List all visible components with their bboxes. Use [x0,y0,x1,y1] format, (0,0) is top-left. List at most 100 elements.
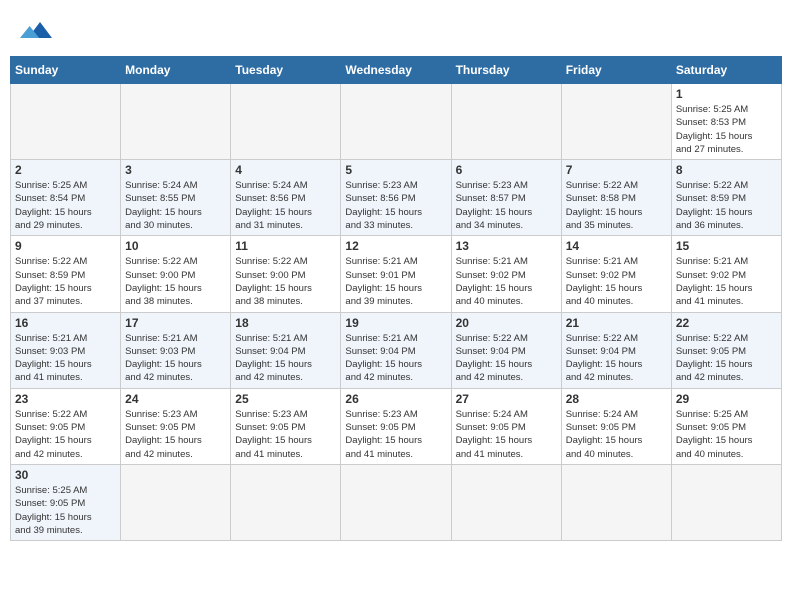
calendar-cell: 19 Sunrise: 5:21 AM Sunset: 9:04 PM Dayli… [341,312,451,388]
day-number: 10 [125,239,226,253]
logo [16,14,52,46]
calendar-cell: 16 Sunrise: 5:21 AM Sunset: 9:03 PM Dayli… [11,312,121,388]
weekday-header-saturday: Saturday [671,57,781,84]
day-number: 3 [125,163,226,177]
weekday-header-wednesday: Wednesday [341,57,451,84]
day-info: Sunrise: 5:22 AM Sunset: 9:04 PM Dayligh… [566,332,667,385]
calendar-week-2: 2 Sunrise: 5:25 AM Sunset: 8:54 PM Daylig… [11,160,782,236]
calendar-cell: 6 Sunrise: 5:23 AM Sunset: 8:57 PM Daylig… [451,160,561,236]
day-info: Sunrise: 5:21 AM Sunset: 9:02 PM Dayligh… [566,255,667,308]
calendar-cell: 27 Sunrise: 5:24 AM Sunset: 9:05 PM Dayli… [451,388,561,464]
day-number: 18 [235,316,336,330]
day-info: Sunrise: 5:23 AM Sunset: 8:56 PM Dayligh… [345,179,446,232]
calendar-cell [121,84,231,160]
calendar-week-1: 1 Sunrise: 5:25 AM Sunset: 8:53 PM Daylig… [11,84,782,160]
day-number: 9 [15,239,116,253]
day-info: Sunrise: 5:21 AM Sunset: 9:02 PM Dayligh… [676,255,777,308]
calendar-cell: 14Sunrise: 5:21 AM Sunset: 9:02 PM Dayli… [561,236,671,312]
day-number: 28 [566,392,667,406]
weekday-header-friday: Friday [561,57,671,84]
calendar-cell: 28 Sunrise: 5:24 AM Sunset: 9:05 PM Dayli… [561,388,671,464]
calendar-cell: 29 Sunrise: 5:25 AM Sunset: 9:05 PM Dayli… [671,388,781,464]
calendar-week-4: 16 Sunrise: 5:21 AM Sunset: 9:03 PM Dayli… [11,312,782,388]
day-info: Sunrise: 5:22 AM Sunset: 9:04 PM Dayligh… [456,332,557,385]
calendar-week-6: 30Sunrise: 5:25 AM Sunset: 9:05 PM Dayli… [11,464,782,540]
calendar-week-3: 9Sunrise: 5:22 AM Sunset: 8:59 PM Daylig… [11,236,782,312]
day-number: 20 [456,316,557,330]
day-number: 2 [15,163,116,177]
day-number: 15 [676,239,777,253]
day-number: 5 [345,163,446,177]
weekday-header-thursday: Thursday [451,57,561,84]
calendar-cell: 4Sunrise: 5:24 AM Sunset: 8:56 PM Daylig… [231,160,341,236]
day-number: 11 [235,239,336,253]
calendar-cell: 12Sunrise: 5:21 AM Sunset: 9:01 PM Dayli… [341,236,451,312]
day-number: 24 [125,392,226,406]
day-info: Sunrise: 5:23 AM Sunset: 9:05 PM Dayligh… [235,408,336,461]
day-info: Sunrise: 5:21 AM Sunset: 9:03 PM Dayligh… [15,332,116,385]
day-info: Sunrise: 5:22 AM Sunset: 9:00 PM Dayligh… [125,255,226,308]
calendar-cell [561,464,671,540]
calendar-cell: 15 Sunrise: 5:21 AM Sunset: 9:02 PM Dayli… [671,236,781,312]
day-info: Sunrise: 5:25 AM Sunset: 8:54 PM Dayligh… [15,179,116,232]
calendar-week-5: 23Sunrise: 5:22 AM Sunset: 9:05 PM Dayli… [11,388,782,464]
day-number: 22 [676,316,777,330]
weekday-header-sunday: Sunday [11,57,121,84]
day-info: Sunrise: 5:23 AM Sunset: 8:57 PM Dayligh… [456,179,557,232]
calendar-header-row: SundayMondayTuesdayWednesdayThursdayFrid… [11,57,782,84]
day-info: Sunrise: 5:21 AM Sunset: 9:04 PM Dayligh… [235,332,336,385]
day-number: 7 [566,163,667,177]
day-info: Sunrise: 5:22 AM Sunset: 9:05 PM Dayligh… [676,332,777,385]
calendar-cell: 24 Sunrise: 5:23 AM Sunset: 9:05 PM Dayli… [121,388,231,464]
day-info: Sunrise: 5:24 AM Sunset: 8:56 PM Dayligh… [235,179,336,232]
day-info: Sunrise: 5:25 AM Sunset: 9:05 PM Dayligh… [676,408,777,461]
day-info: Sunrise: 5:24 AM Sunset: 9:05 PM Dayligh… [456,408,557,461]
day-info: Sunrise: 5:22 AM Sunset: 9:00 PM Dayligh… [235,255,336,308]
day-info: Sunrise: 5:23 AM Sunset: 9:05 PM Dayligh… [345,408,446,461]
day-number: 6 [456,163,557,177]
day-number: 8 [676,163,777,177]
calendar-cell: 11 Sunrise: 5:22 AM Sunset: 9:00 PM Dayli… [231,236,341,312]
day-info: Sunrise: 5:25 AM Sunset: 8:53 PM Dayligh… [676,103,777,156]
day-number: 29 [676,392,777,406]
calendar-cell: 8 Sunrise: 5:22 AM Sunset: 8:59 PM Daylig… [671,160,781,236]
calendar-cell: 18 Sunrise: 5:21 AM Sunset: 9:04 PM Dayli… [231,312,341,388]
calendar-cell: 17 Sunrise: 5:21 AM Sunset: 9:03 PM Dayli… [121,312,231,388]
day-info: Sunrise: 5:24 AM Sunset: 9:05 PM Dayligh… [566,408,667,461]
day-number: 21 [566,316,667,330]
calendar-cell: 5 Sunrise: 5:23 AM Sunset: 8:56 PM Daylig… [341,160,451,236]
page-header [10,10,782,50]
calendar-cell: 20 Sunrise: 5:22 AM Sunset: 9:04 PM Dayli… [451,312,561,388]
calendar-cell [341,84,451,160]
calendar-table: SundayMondayTuesdayWednesdayThursdayFrid… [10,56,782,541]
day-number: 23 [15,392,116,406]
weekday-header-tuesday: Tuesday [231,57,341,84]
calendar-cell: 13Sunrise: 5:21 AM Sunset: 9:02 PM Dayli… [451,236,561,312]
calendar-cell: 10 Sunrise: 5:22 AM Sunset: 9:00 PM Dayli… [121,236,231,312]
calendar-cell [341,464,451,540]
day-number: 17 [125,316,226,330]
day-info: Sunrise: 5:21 AM Sunset: 9:02 PM Dayligh… [456,255,557,308]
day-info: Sunrise: 5:23 AM Sunset: 9:05 PM Dayligh… [125,408,226,461]
day-number: 27 [456,392,557,406]
day-info: Sunrise: 5:21 AM Sunset: 9:01 PM Dayligh… [345,255,446,308]
day-info: Sunrise: 5:22 AM Sunset: 8:59 PM Dayligh… [676,179,777,232]
calendar-cell: 23Sunrise: 5:22 AM Sunset: 9:05 PM Dayli… [11,388,121,464]
day-number: 1 [676,87,777,101]
calendar-cell: 2 Sunrise: 5:25 AM Sunset: 8:54 PM Daylig… [11,160,121,236]
day-number: 16 [15,316,116,330]
calendar-cell [231,84,341,160]
weekday-header-monday: Monday [121,57,231,84]
day-info: Sunrise: 5:22 AM Sunset: 8:58 PM Dayligh… [566,179,667,232]
calendar-cell: 21 Sunrise: 5:22 AM Sunset: 9:04 PM Dayli… [561,312,671,388]
calendar-cell [561,84,671,160]
day-info: Sunrise: 5:21 AM Sunset: 9:04 PM Dayligh… [345,332,446,385]
day-info: Sunrise: 5:21 AM Sunset: 9:03 PM Dayligh… [125,332,226,385]
logo-icon [20,14,52,46]
calendar-cell: 22 Sunrise: 5:22 AM Sunset: 9:05 PM Dayli… [671,312,781,388]
day-number: 19 [345,316,446,330]
calendar-cell: 9Sunrise: 5:22 AM Sunset: 8:59 PM Daylig… [11,236,121,312]
calendar-cell: 30Sunrise: 5:25 AM Sunset: 9:05 PM Dayli… [11,464,121,540]
day-number: 26 [345,392,446,406]
calendar-cell [11,84,121,160]
